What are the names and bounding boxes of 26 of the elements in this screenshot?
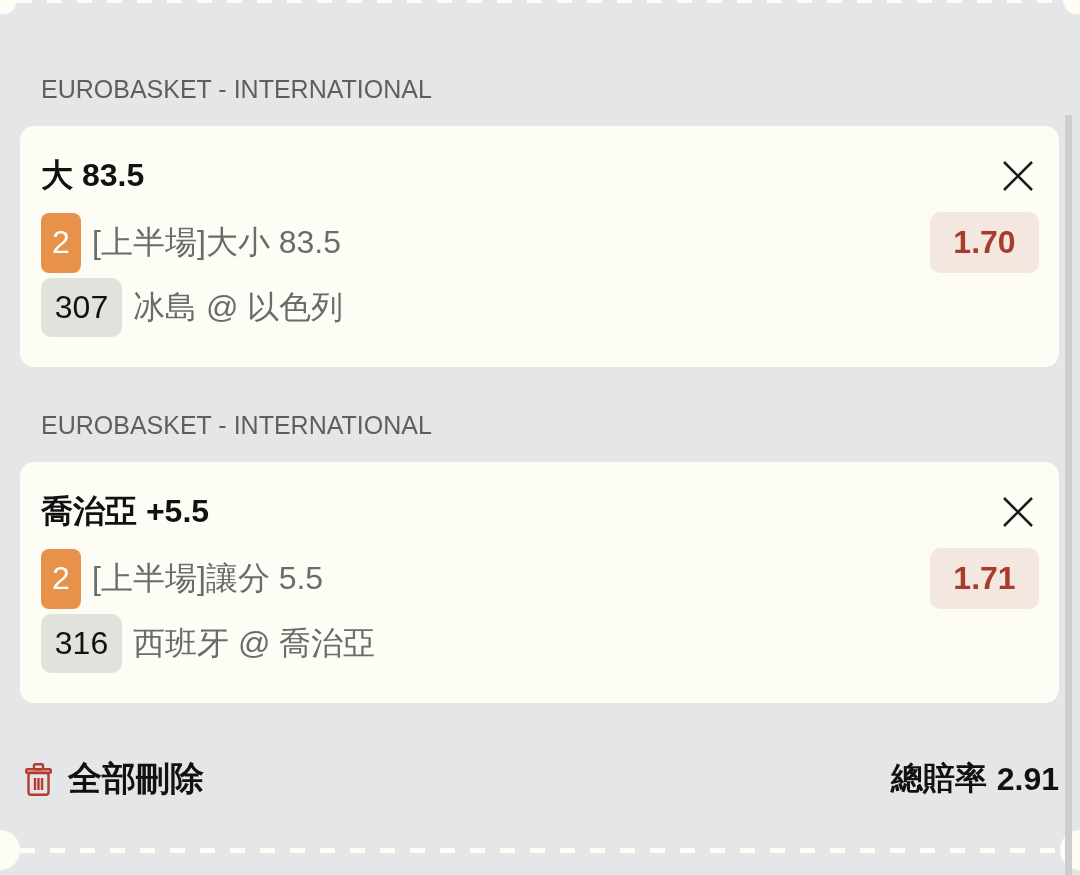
total-odds-value: 2.91 xyxy=(996,760,1059,798)
match-name: 冰島 @ 以色列 xyxy=(133,287,344,327)
close-icon xyxy=(1003,161,1033,191)
league-name: EUROBASKET - INTERNATIONAL xyxy=(41,74,432,104)
selection-title: 大 83.5 xyxy=(41,156,145,195)
market-name: [上半場]讓分 5.5 xyxy=(92,558,324,598)
odds-badge: 1.70 xyxy=(930,212,1039,273)
ticket-notch xyxy=(1063,0,1080,14)
ticket-notch xyxy=(0,830,20,870)
ticket-notch xyxy=(0,0,17,14)
league-name: EUROBASKET - INTERNATIONAL xyxy=(41,410,432,440)
leg-badge: 2 xyxy=(41,548,81,609)
total-odds-label: 總賠率 xyxy=(890,759,987,798)
match-name: 西班牙 @ 喬治亞 xyxy=(133,623,376,663)
leg-badge: 2 xyxy=(41,212,81,273)
market-name: [上半場]大小 83.5 xyxy=(92,222,341,262)
odds-badge: 1.71 xyxy=(930,548,1039,609)
match-number: 307 xyxy=(41,278,122,337)
scrollbar[interactable] xyxy=(1065,115,1072,875)
close-button[interactable] xyxy=(1003,497,1033,527)
close-icon xyxy=(1003,497,1033,527)
selection-title: 喬治亞 +5.5 xyxy=(41,492,210,531)
trash-icon xyxy=(25,762,52,796)
delete-all-button[interactable]: 全部刪除 xyxy=(25,756,204,802)
match-number: 316 xyxy=(41,614,122,673)
close-button[interactable] xyxy=(1003,161,1033,191)
